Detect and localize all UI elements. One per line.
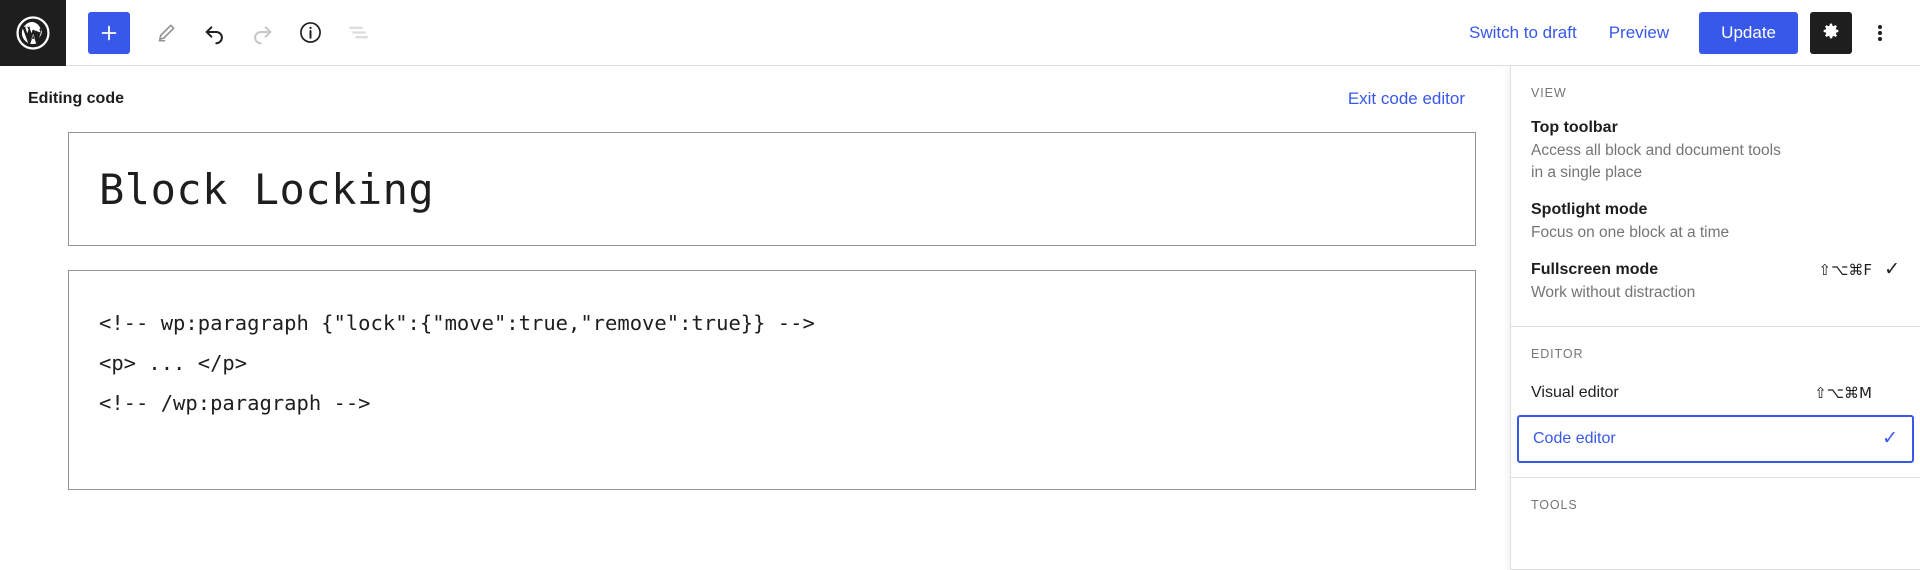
menu-item-description: Work without distraction	[1531, 284, 1696, 301]
redo-button[interactable]	[238, 9, 286, 57]
update-button[interactable]: Update	[1699, 11, 1798, 54]
menu-item-shortcut: ⇧⌥⌘F	[1818, 261, 1872, 279]
menu-item-spotlight-mode[interactable]: Spotlight mode Focus on one block at a t…	[1511, 192, 1920, 252]
more-options-button[interactable]	[1858, 9, 1902, 57]
pencil-icon	[155, 21, 178, 44]
post-title-input[interactable]: Block Locking	[68, 132, 1476, 246]
checkmark-icon: ✓	[1882, 428, 1898, 449]
header-tools-group	[66, 9, 382, 57]
code-line: <!-- /wp:paragraph -->	[99, 391, 371, 415]
undo-button[interactable]	[190, 9, 238, 57]
edit-tool-button[interactable]	[142, 9, 190, 57]
menu-item-title: Top toolbar	[1531, 119, 1618, 136]
checkmark-icon: ✓	[1884, 259, 1900, 280]
header-actions-group: Switch to draft Preview Update	[1453, 9, 1920, 57]
code-line: <p> ... </p>	[99, 351, 248, 375]
editing-status-label: Editing code	[28, 90, 124, 107]
undo-arrow-icon	[202, 20, 227, 45]
wordpress-logo-icon	[15, 15, 51, 51]
menu-section-editor: EDITOR Visual editor ⇧⌥⌘M Code editor ✓	[1511, 327, 1920, 478]
menu-item-description: Access all block and document tools in a…	[1531, 142, 1781, 181]
post-content-code-input[interactable]: <!-- wp:paragraph {"lock":{"move":true,"…	[68, 270, 1476, 490]
code-editor-area: Block Locking <!-- wp:paragraph {"lock":…	[68, 132, 1476, 490]
menu-section-label: TOOLS	[1531, 498, 1578, 512]
switch-to-draft-button[interactable]: Switch to draft	[1453, 13, 1593, 53]
menu-item-title: Spotlight mode	[1531, 201, 1648, 218]
exit-code-editor-button[interactable]: Exit code editor	[1348, 89, 1465, 109]
menu-section-label: EDITOR	[1531, 347, 1584, 361]
menu-item-title: Fullscreen mode	[1531, 261, 1659, 278]
post-title-value: Block Locking	[99, 164, 435, 214]
menu-item-shortcut: ⇧⌥⌘M	[1814, 384, 1872, 402]
three-dots-vertical-icon	[1878, 23, 1882, 43]
menu-section-label: VIEW	[1531, 86, 1567, 100]
add-block-button[interactable]	[88, 11, 130, 54]
more-options-menu: VIEW Top toolbar Access all block and do…	[1510, 66, 1920, 570]
menu-item-visual-editor[interactable]: Visual editor ⇧⌥⌘M	[1511, 371, 1920, 415]
editor-header: Switch to draft Preview Update	[0, 0, 1920, 66]
code-line: <!-- wp:paragraph {"lock":{"move":true,"…	[99, 311, 815, 335]
menu-section-tools: TOOLS	[1511, 478, 1920, 536]
menu-item-title: Code editor	[1533, 430, 1616, 447]
redo-arrow-icon	[250, 20, 275, 45]
info-circle-icon	[298, 20, 323, 45]
menu-item-code-editor[interactable]: Code editor ✓	[1517, 415, 1914, 463]
gear-icon	[1820, 20, 1842, 45]
settings-button[interactable]	[1810, 11, 1852, 54]
details-button[interactable]	[286, 9, 334, 57]
list-view-button[interactable]	[334, 9, 382, 57]
wordpress-logo-button[interactable]	[0, 0, 66, 66]
list-view-icon	[346, 20, 371, 45]
menu-section-view: VIEW Top toolbar Access all block and do…	[1511, 66, 1920, 327]
menu-item-fullscreen-mode[interactable]: Fullscreen mode Work without distraction…	[1511, 252, 1920, 312]
preview-button[interactable]: Preview	[1593, 13, 1685, 53]
menu-item-description: Focus on one block at a time	[1531, 224, 1730, 241]
menu-item-top-toolbar[interactable]: Top toolbar Access all block and documen…	[1511, 110, 1920, 192]
menu-item-title: Visual editor	[1531, 384, 1619, 401]
